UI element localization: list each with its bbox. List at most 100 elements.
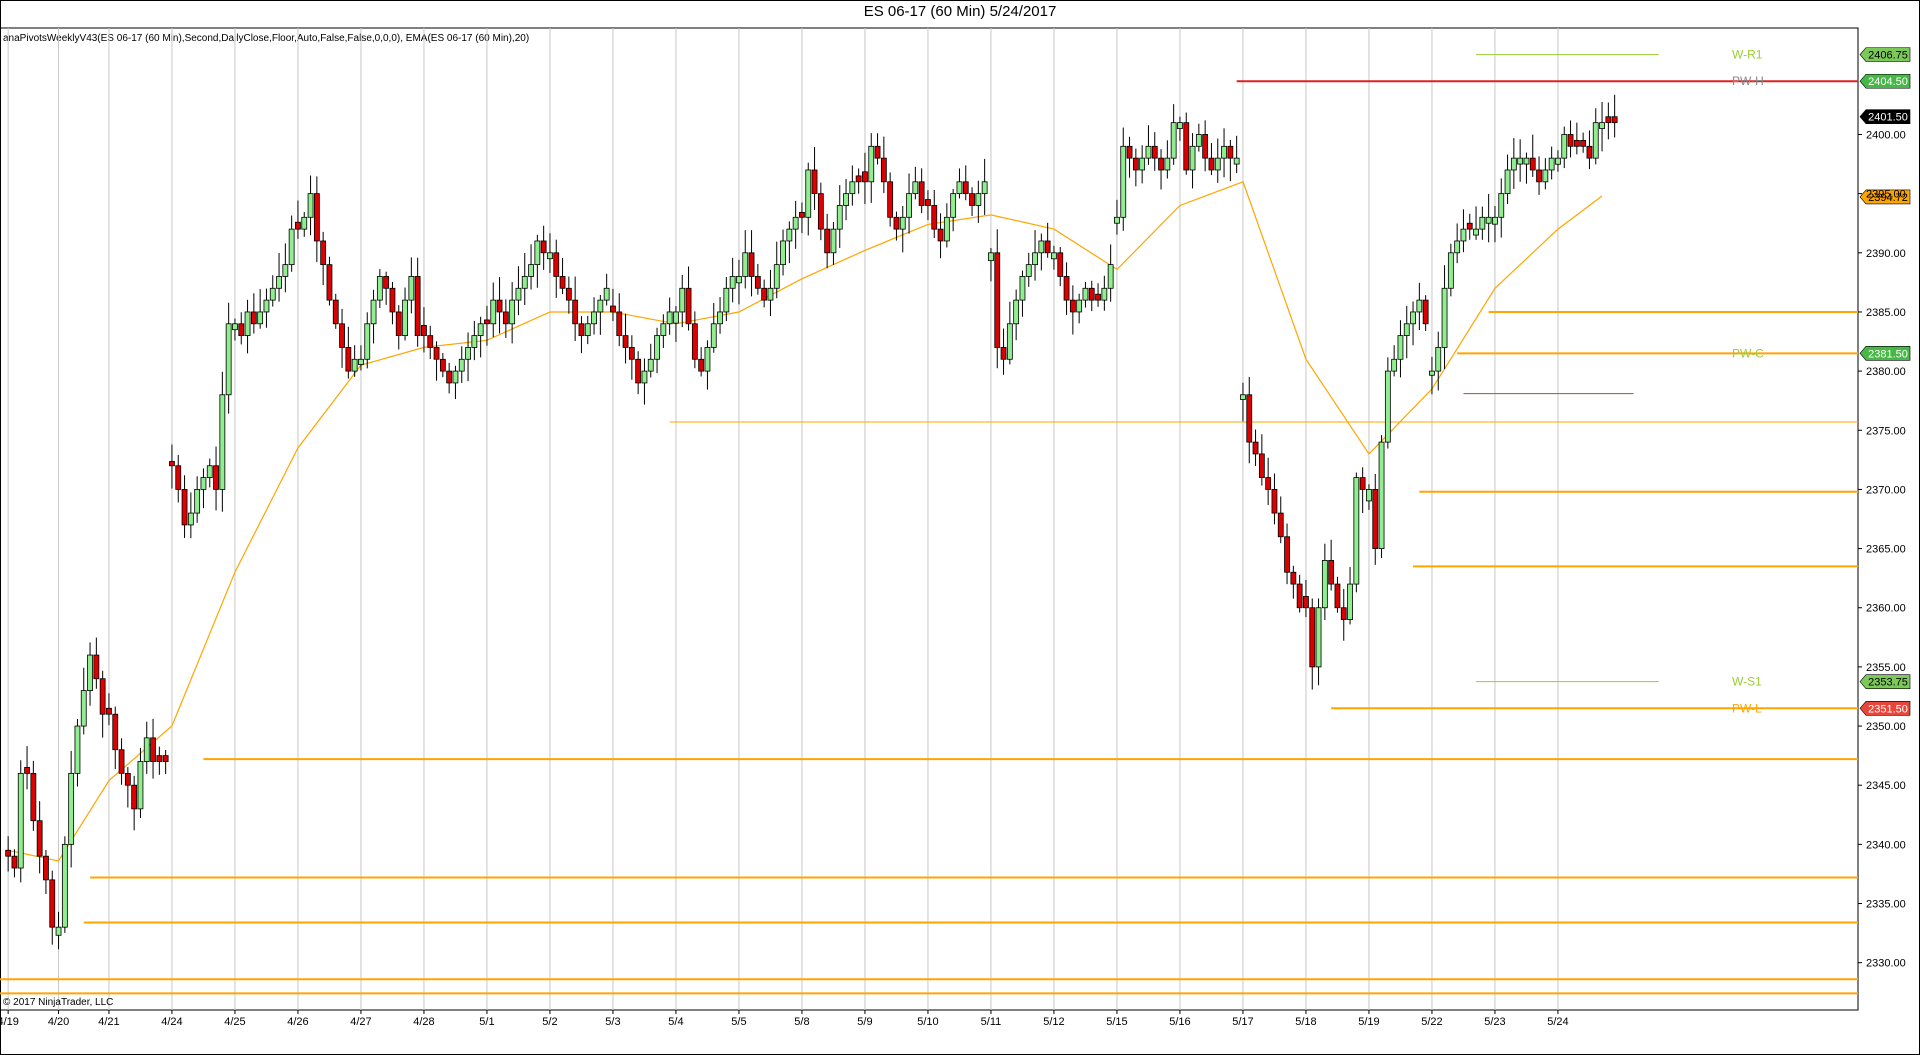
candle-body bbox=[918, 181, 925, 206]
candle-body bbox=[376, 276, 383, 301]
candle-body bbox=[389, 287, 396, 313]
candle-body bbox=[1573, 139, 1580, 147]
candle bbox=[1391, 345, 1398, 377]
candle bbox=[565, 276, 572, 314]
candle bbox=[1145, 125, 1152, 165]
candle bbox=[87, 642, 93, 706]
candle-body bbox=[1000, 347, 1007, 360]
candle bbox=[729, 257, 736, 303]
candle-body bbox=[1158, 157, 1164, 171]
candle bbox=[295, 200, 301, 239]
candle-body bbox=[1366, 489, 1372, 502]
candle bbox=[257, 289, 264, 329]
y-tick-label: 2375.00 bbox=[1866, 425, 1906, 437]
candle-body bbox=[817, 193, 824, 230]
candle bbox=[956, 168, 963, 199]
candle-body bbox=[1391, 358, 1398, 372]
candle bbox=[1132, 148, 1139, 187]
price-tag-label: 2404.50 bbox=[1868, 76, 1908, 88]
candle-body bbox=[112, 713, 119, 751]
candlestick-chart[interactable]: 2406.75 2404.50 2381.50 2353.75 2351.50 W-R1 P… bbox=[0, 0, 1920, 1055]
candle-body bbox=[276, 276, 282, 289]
candle-body bbox=[5, 849, 12, 857]
candle-body bbox=[635, 358, 642, 384]
y-tick-label: 2345.00 bbox=[1866, 780, 1906, 792]
candle-body bbox=[1271, 489, 1278, 514]
candle-body bbox=[969, 193, 975, 206]
candle bbox=[1195, 123, 1202, 152]
candle-body bbox=[213, 465, 219, 490]
candle-body bbox=[660, 323, 667, 337]
candle-body bbox=[887, 181, 894, 218]
candle bbox=[1599, 102, 1605, 152]
x-tick-label: 5/18 bbox=[1295, 1016, 1316, 1028]
candle bbox=[414, 257, 421, 347]
candle bbox=[36, 801, 43, 874]
candle-body bbox=[1473, 228, 1479, 236]
candle bbox=[754, 263, 761, 295]
candle bbox=[276, 252, 282, 302]
pivot-label: W-R1 bbox=[1732, 48, 1763, 62]
candle bbox=[704, 340, 711, 390]
price-tag-label: 2353.75 bbox=[1868, 677, 1908, 689]
candle-body bbox=[421, 325, 427, 337]
candle bbox=[1214, 138, 1221, 183]
candle-body bbox=[1397, 335, 1404, 360]
candle-body bbox=[250, 311, 257, 325]
candle-body bbox=[849, 181, 856, 195]
candle-body bbox=[313, 193, 320, 242]
candle-body bbox=[484, 319, 490, 325]
x-tick-label: 4/27 bbox=[350, 1016, 371, 1028]
candle-body bbox=[238, 323, 245, 337]
candle bbox=[528, 244, 534, 290]
candle-body bbox=[465, 347, 471, 360]
candle-body bbox=[1422, 299, 1429, 325]
x-tick-label: 5/12 bbox=[1043, 1016, 1064, 1028]
candle-body bbox=[496, 299, 503, 313]
pivot-lines: 2406.75 2404.50 2381.50 2353.75 2351.50 W-R1 P… bbox=[1236, 47, 1911, 716]
candle-body bbox=[1510, 157, 1517, 171]
candle bbox=[1441, 265, 1448, 370]
candle bbox=[880, 136, 887, 194]
x-tick-label: 5/17 bbox=[1232, 1016, 1253, 1028]
candle-body bbox=[1107, 264, 1114, 289]
candle-body bbox=[1227, 145, 1234, 159]
level-lines bbox=[0, 310, 1858, 995]
candle bbox=[137, 747, 144, 819]
candle bbox=[843, 178, 849, 221]
candle bbox=[1359, 467, 1366, 514]
candle-body bbox=[786, 228, 793, 242]
candle bbox=[1340, 588, 1347, 641]
candle bbox=[1095, 283, 1101, 307]
candle-body bbox=[1517, 157, 1524, 165]
candle-body bbox=[1555, 157, 1561, 165]
candle-body bbox=[698, 358, 705, 372]
candle-body bbox=[1265, 477, 1272, 490]
candle-body bbox=[534, 240, 541, 266]
candle bbox=[194, 476, 201, 523]
candle bbox=[465, 332, 471, 382]
candle bbox=[1466, 213, 1473, 240]
candle bbox=[1025, 252, 1032, 287]
candle bbox=[628, 335, 635, 380]
candle bbox=[799, 202, 805, 234]
candle bbox=[855, 168, 862, 194]
candle bbox=[994, 229, 1001, 369]
candle bbox=[1063, 262, 1070, 315]
candle bbox=[1000, 328, 1007, 375]
candle-body bbox=[1321, 560, 1328, 609]
candle-body bbox=[1542, 169, 1549, 183]
candle bbox=[509, 282, 516, 344]
candle bbox=[1076, 293, 1083, 324]
candle bbox=[654, 327, 660, 374]
candle bbox=[364, 312, 371, 369]
candle-body bbox=[414, 276, 421, 337]
x-tick-label: 4/24 bbox=[161, 1016, 182, 1028]
candle bbox=[874, 133, 881, 165]
candle bbox=[68, 750, 75, 868]
candle-body bbox=[597, 299, 604, 313]
candle bbox=[597, 294, 604, 335]
x-tick-label: 4/28 bbox=[413, 1016, 434, 1028]
candle bbox=[1151, 132, 1158, 171]
candle-body bbox=[219, 394, 226, 490]
